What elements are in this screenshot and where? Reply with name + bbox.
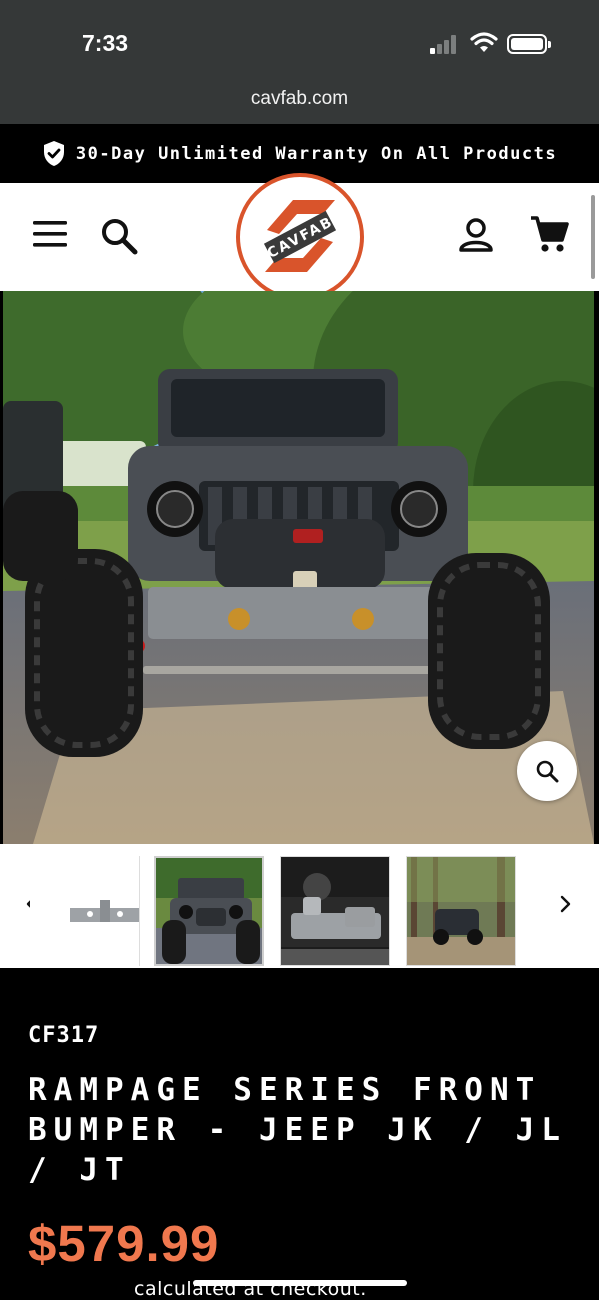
wifi-icon: [470, 32, 498, 52]
product-price: $579.99: [28, 1215, 220, 1272]
thumbnail-4[interactable]: [406, 856, 516, 966]
product-sku: CF317: [28, 1023, 100, 1048]
search-icon: [102, 219, 138, 255]
status-bar: 7:33 cavfab.com: [0, 0, 599, 124]
product-title: Rampage Series Front Bumper - Jeep JK / …: [28, 1072, 567, 1188]
account-icon: [459, 218, 493, 252]
announcement-text: 30-Day Unlimited Warranty On All Product…: [75, 143, 558, 164]
thumbnail-2[interactable]: [154, 856, 264, 966]
shield-check-icon: [43, 141, 64, 166]
cart-icon: [531, 216, 569, 252]
product-main-image[interactable]: [3, 291, 594, 844]
cavfab-logo[interactable]: CAVFAB: [235, 172, 365, 302]
menu-icon: [33, 221, 67, 247]
clock: 7:33: [82, 30, 129, 56]
scrollbar[interactable]: [591, 195, 595, 279]
cart-button[interactable]: [527, 213, 571, 255]
chevron-right-icon: [560, 895, 571, 913]
cellular-signal-icon: [430, 34, 460, 54]
zoom-button[interactable]: [517, 741, 577, 801]
thumbnail-3[interactable]: [280, 856, 390, 966]
thumbnail-strip: [0, 844, 599, 968]
thumbnail-1[interactable]: [30, 856, 140, 966]
battery-icon: [507, 34, 551, 54]
account-button[interactable]: [456, 215, 496, 255]
zoom-icon: [536, 760, 559, 783]
home-indicator[interactable]: [193, 1280, 407, 1286]
menu-button[interactable]: [30, 217, 70, 251]
jeep-photo: [3, 291, 594, 844]
search-button[interactable]: [98, 215, 140, 257]
next-thumbnail-button[interactable]: [545, 884, 585, 924]
url-bar[interactable]: cavfab.com: [0, 88, 599, 110]
